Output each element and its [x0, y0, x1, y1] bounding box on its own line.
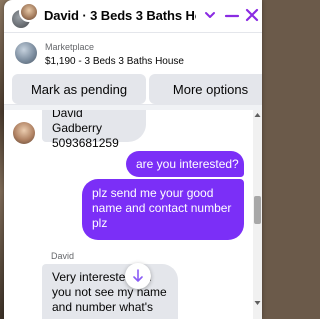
- mark-as-pending-button[interactable]: Mark as pending: [12, 74, 146, 104]
- message-line: are you interested?: [136, 157, 239, 171]
- message-line: plz send me your good: [92, 186, 214, 200]
- avatar-front: [19, 2, 39, 22]
- scrollbar[interactable]: [253, 110, 262, 319]
- chat-title[interactable]: David · 3 Beds 3 Baths Ho...: [44, 8, 196, 23]
- scroll-down-arrow-icon[interactable]: [254, 300, 261, 306]
- message-line: plz: [92, 216, 108, 230]
- chevron-down-icon[interactable]: [203, 6, 217, 24]
- message-list[interactable]: David Gadberry 5093681259 are you intere…: [4, 110, 252, 319]
- message-outgoing: plz send me your good name and contact n…: [82, 179, 244, 240]
- header-avatar[interactable]: [10, 2, 39, 30]
- message-line: 5093681259: [52, 136, 119, 150]
- message-incoming: Very interested did you not see my name …: [42, 264, 178, 319]
- message-line: and number what's: [52, 300, 154, 314]
- message-line: name and contact number: [92, 201, 232, 215]
- message-line: you not see my name: [52, 285, 167, 299]
- sender-avatar[interactable]: [13, 122, 35, 144]
- message-line: David Gadberry: [52, 110, 103, 135]
- sender-name: David: [51, 251, 75, 261]
- chat-window: David · 3 Beds 3 Baths Ho... Marketplace…: [4, 0, 262, 319]
- message-incoming: David Gadberry 5093681259: [42, 110, 146, 150]
- chat-header[interactable]: David · 3 Beds 3 Baths Ho...: [4, 0, 262, 33]
- message-outgoing: are you interested?: [126, 151, 244, 177]
- scroll-to-bottom-button[interactable]: [125, 263, 151, 289]
- close-icon[interactable]: [244, 7, 260, 23]
- marketplace-panel: Marketplace $1,190 - 3 Beds 3 Baths Hous…: [4, 34, 262, 104]
- scroll-up-arrow-icon[interactable]: [254, 112, 261, 118]
- listing-title[interactable]: $1,190 - 3 Beds 3 Baths House: [45, 56, 184, 67]
- listing-thumbnail[interactable]: [15, 42, 37, 64]
- arrow-down-icon: [133, 269, 143, 282]
- more-options-button[interactable]: More options: [149, 74, 262, 104]
- scrollbar-thumb[interactable]: [254, 196, 261, 224]
- marketplace-label: Marketplace: [45, 42, 95, 52]
- minimize-icon[interactable]: [224, 8, 240, 24]
